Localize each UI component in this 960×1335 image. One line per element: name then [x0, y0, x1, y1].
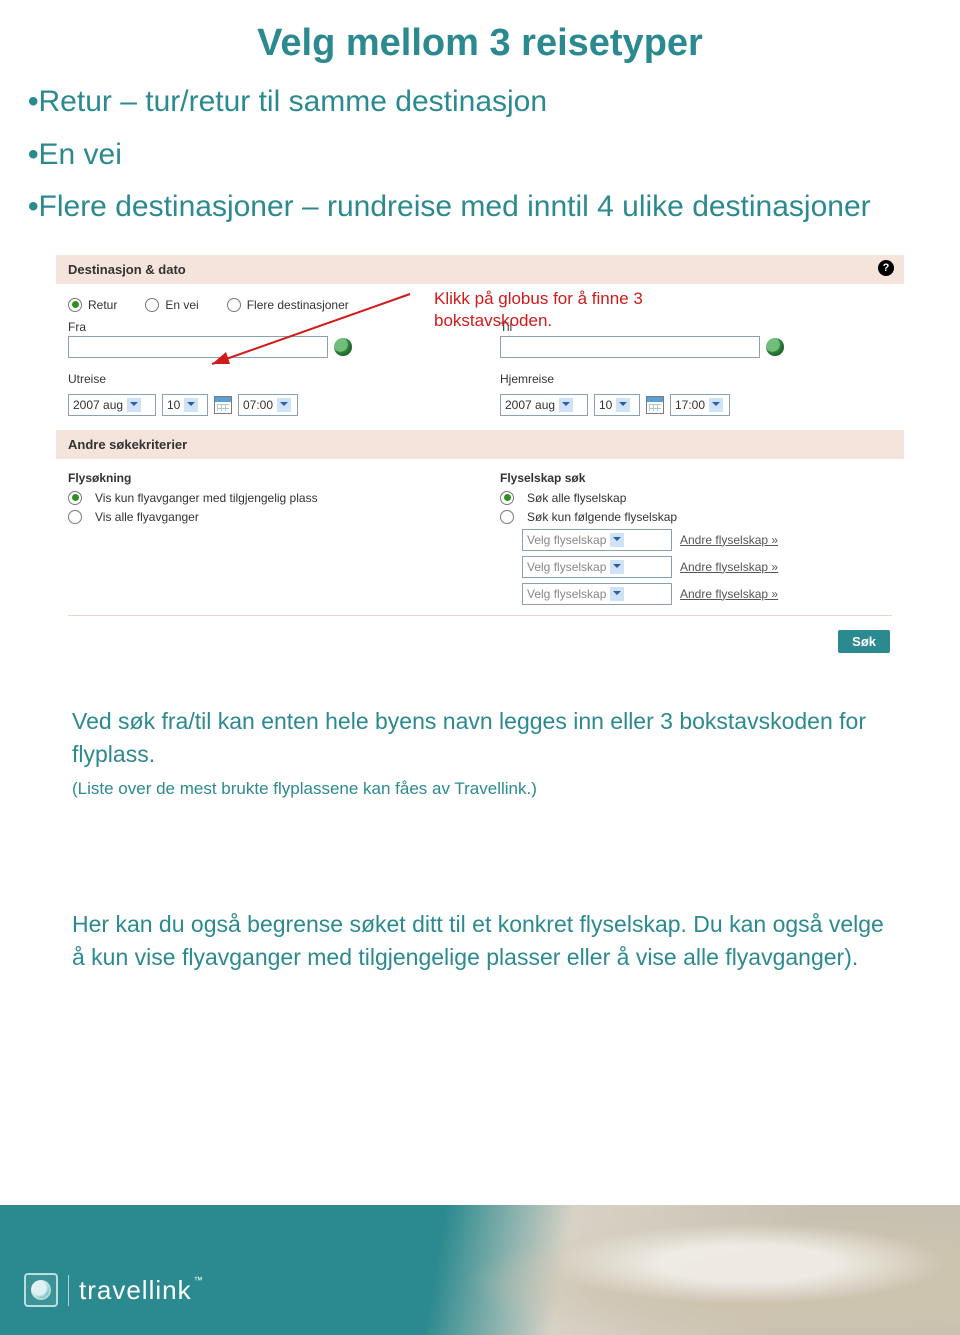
page-title: Velg mellom 3 reisetyper: [0, 0, 960, 75]
flysokning-opt-available[interactable]: Vis kun flyavganger med tilgjengelig pla…: [68, 491, 460, 505]
utreise-time-select[interactable]: 07:00: [238, 394, 298, 416]
flyselskap-heading: Flyselskap søk: [500, 471, 892, 485]
bullet-3: Flere destinasjoner – rundreise med innt…: [39, 190, 871, 223]
section-destination-label: Destinasjon & dato: [68, 262, 186, 277]
fra-label: Fra: [68, 320, 460, 334]
hjemreise-day-select[interactable]: 10: [594, 394, 640, 416]
footer-photo: [400, 1205, 960, 1335]
calendar-icon[interactable]: [646, 396, 664, 414]
search-form: Destinasjon & dato ? Klikk på globus for…: [56, 255, 904, 677]
globe-icon[interactable]: [766, 338, 784, 356]
calendar-icon[interactable]: [214, 396, 232, 414]
andre-flyselskap-link-3[interactable]: Andre flyselskap »: [680, 587, 778, 601]
til-input[interactable]: [500, 336, 760, 358]
hjemreise-time-select[interactable]: 17:00: [670, 394, 730, 416]
sok-button[interactable]: Søk: [838, 630, 890, 653]
flyselskap-opt-all[interactable]: Søk alle flyselskap: [500, 491, 892, 505]
flyselskap-opt-specific[interactable]: Søk kun følgende flyselskap: [500, 510, 892, 524]
brand-name: travellink: [79, 1275, 192, 1305]
utreise-label: Utreise: [68, 372, 460, 386]
help-icon[interactable]: ?: [878, 260, 894, 276]
bullet-2: En vei: [39, 138, 122, 171]
radio-envei-label: En vei: [165, 298, 198, 312]
intro-bullets: •Retur – tur/retur til samme destinasjon…: [0, 75, 960, 255]
flysokning-opt-all[interactable]: Vis alle flyavganger: [68, 510, 460, 524]
globe-icon[interactable]: [334, 338, 352, 356]
flysokning-heading: Flysøkning: [68, 471, 460, 485]
bullet-1: Retur – tur/retur til samme destinasjon: [39, 85, 548, 118]
radio-flere-label: Flere destinasjoner: [247, 298, 349, 312]
section-criteria: Andre søkekriterier: [56, 430, 904, 459]
footer: travellink™: [0, 1205, 960, 1335]
radio-retur-label: Retur: [88, 298, 117, 312]
brand-logo: travellink™: [24, 1273, 204, 1307]
utreise-day-select[interactable]: 10: [162, 394, 208, 416]
globe-logo-icon: [24, 1273, 58, 1307]
andre-flyselskap-link-1[interactable]: Andre flyselskap »: [680, 533, 778, 547]
explanation-para-1: Ved søk fra/til kan enten hele byens nav…: [72, 705, 888, 802]
explanation-para-1-note: (Liste over de mest brukte flyplassene k…: [72, 777, 888, 802]
trademark-symbol: ™: [194, 1275, 204, 1285]
hjemreise-label: Hjemreise: [500, 372, 892, 386]
velg-flyselskap-select-2[interactable]: Velg flyselskap: [522, 556, 672, 578]
andre-flyselskap-link-2[interactable]: Andre flyselskap »: [680, 560, 778, 574]
radio-flere[interactable]: Flere destinasjoner: [227, 298, 349, 312]
velg-flyselskap-select-1[interactable]: Velg flyselskap: [522, 529, 672, 551]
explanation-para-2: Her kan du også begrense søket ditt til …: [72, 908, 888, 975]
radio-retur[interactable]: Retur: [68, 298, 117, 312]
radio-envei[interactable]: En vei: [145, 298, 198, 312]
utreise-month-select[interactable]: 2007 aug: [68, 394, 156, 416]
section-destination-date: Destinasjon & dato ?: [56, 255, 904, 284]
velg-flyselskap-select-3[interactable]: Velg flyselskap: [522, 583, 672, 605]
fra-input[interactable]: [68, 336, 328, 358]
hjemreise-month-select[interactable]: 2007 aug: [500, 394, 588, 416]
callout-text: Klikk på globus for å finne 3 bokstavsko…: [434, 288, 754, 334]
section-criteria-label: Andre søkekriterier: [68, 437, 187, 452]
